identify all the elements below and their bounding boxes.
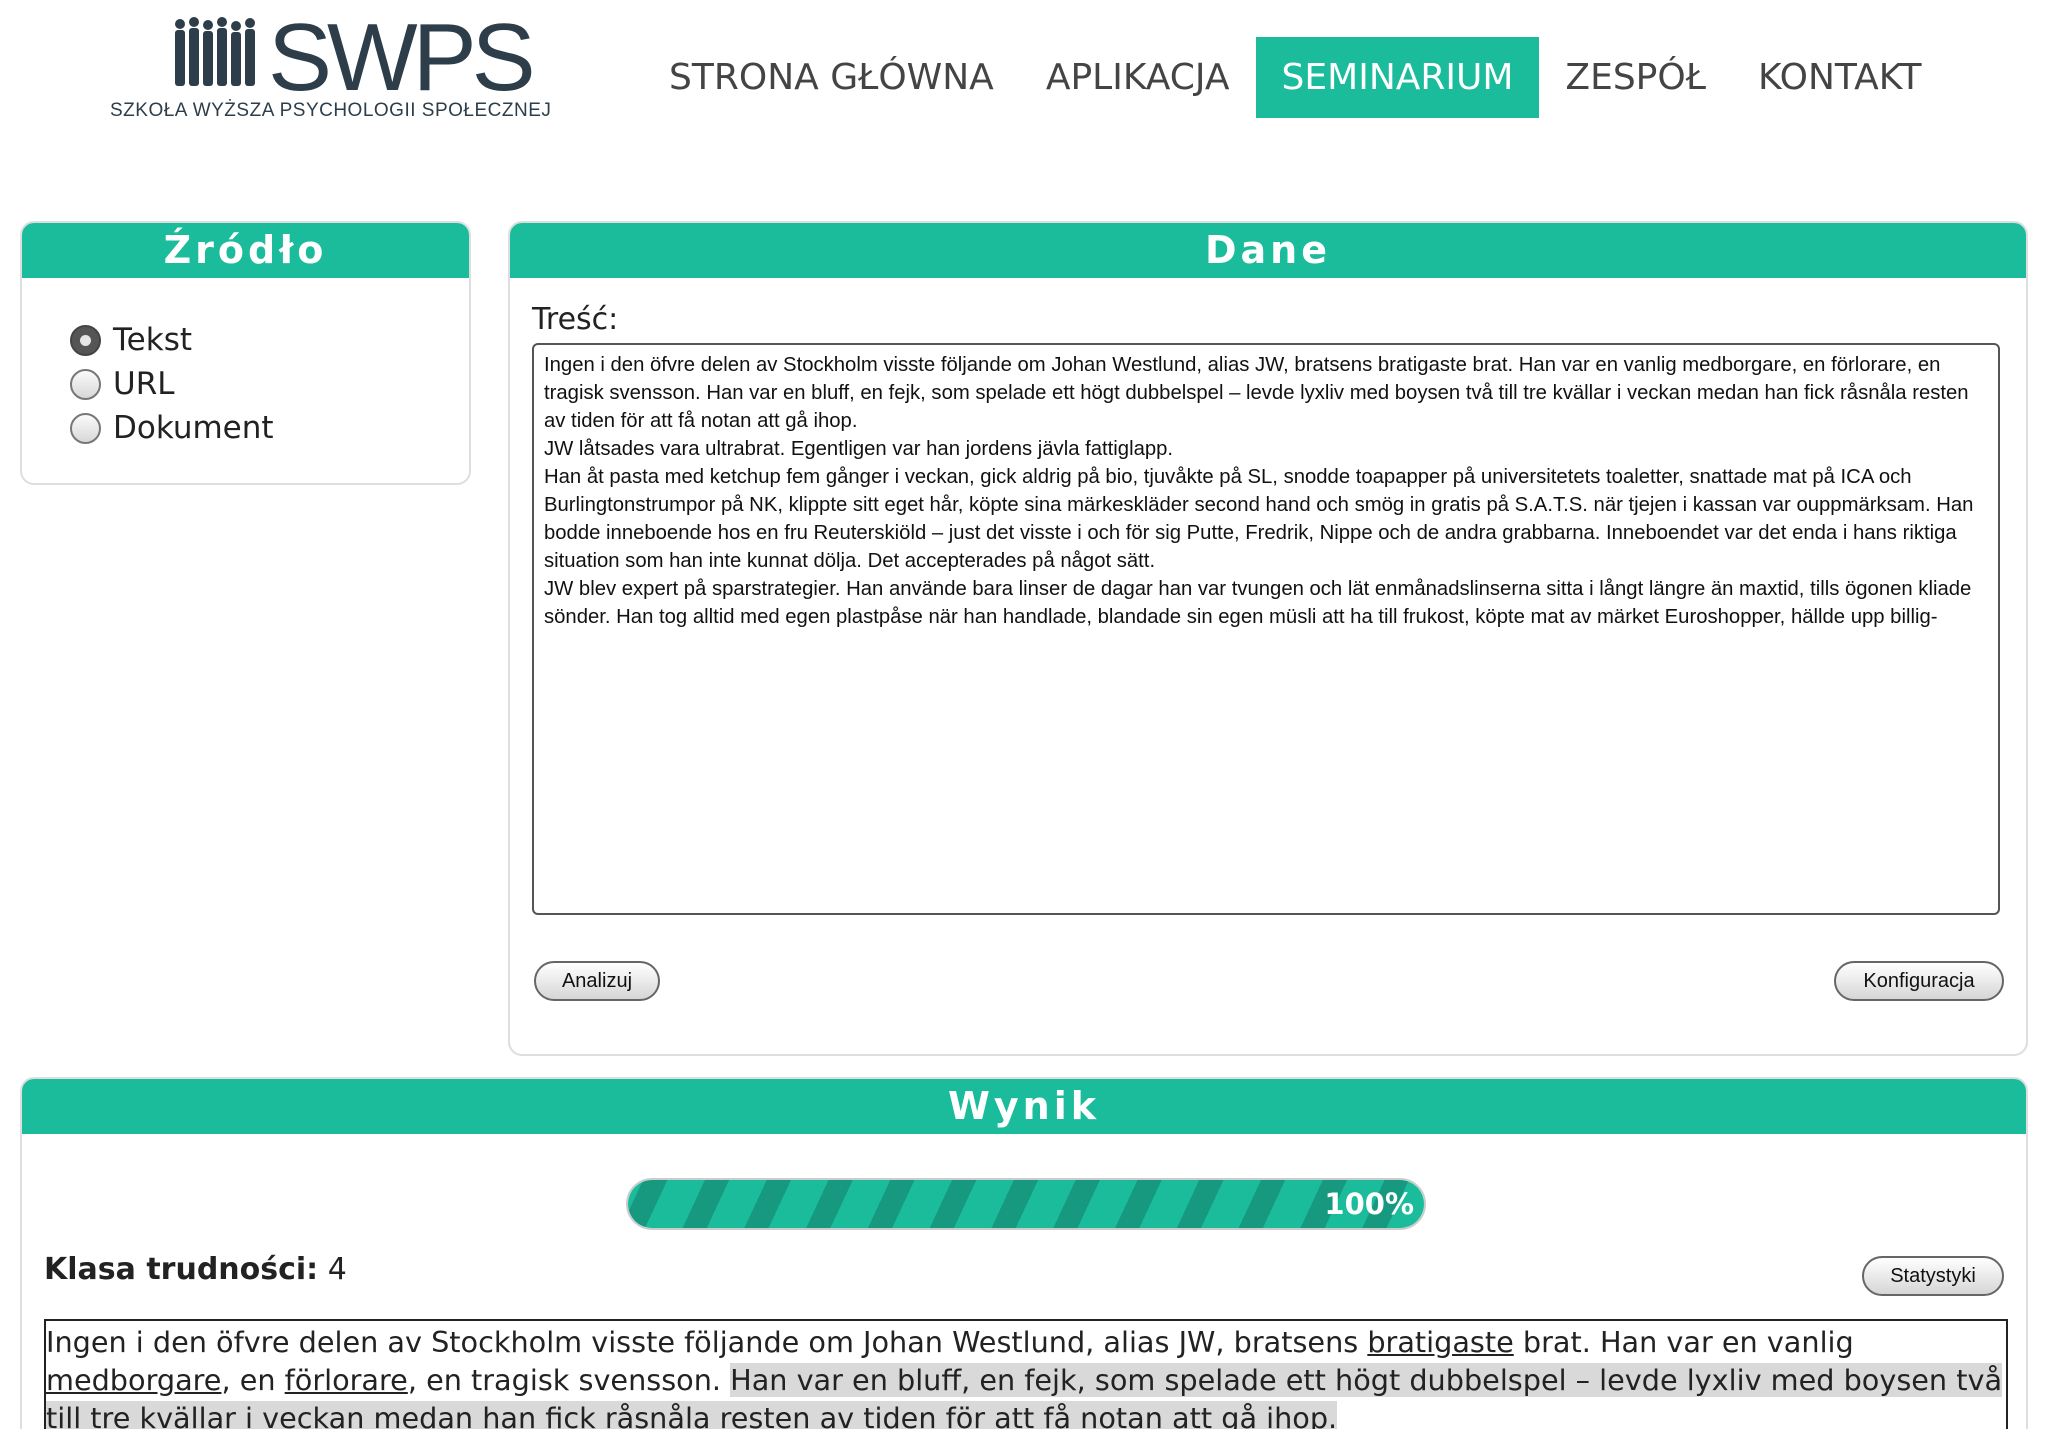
progress-bar: 100% [626,1178,1426,1230]
source-option-dokument[interactable]: Dokument [70,406,274,450]
nav-zespol[interactable]: ZESPÓŁ [1539,37,1732,118]
result-text-box: Ingen i den öfvre delen av Stockholm vis… [44,1319,2008,1429]
nav-seminarium[interactable]: SEMINARIUM [1255,37,1540,118]
result-text-segment: brat. Han var en vanlig [1513,1325,1854,1359]
nav-kontakt[interactable]: KONTAKT [1732,37,1948,118]
difficult-word: bratigaste [1367,1325,1514,1359]
logo-subtitle: SZKOŁA WYŻSZA PSYCHOLOGII SPOŁECZNEJ [110,100,552,121]
result-text-segment: , en tragisk svensson. [407,1363,731,1397]
content-label: Treść: [532,302,619,337]
page: SWPS SZKOŁA WYŻSZA PSYCHOLOGII SPOŁECZNE… [0,0,2047,1429]
radio-url[interactable] [70,368,101,400]
difficulty-class: Klasa trudności: 4 [44,1252,347,1287]
result-panel: Wynik 100% Klasa trudności: 4 Statystyki… [20,1077,2028,1429]
source-panel: Źródło Tekst URL Dokument [20,221,471,485]
source-option-label: Tekst [113,322,192,358]
progress-bar-fill [628,1180,1424,1228]
logo-wordmark: SWPS [268,4,536,111]
progress-text: 100% [1324,1187,1414,1221]
configuration-button[interactable]: Konfiguracja [1834,961,2004,1001]
source-panel-title: Źródło [22,223,469,278]
radio-dokument[interactable] [70,412,101,444]
source-option-label: Dokument [113,410,274,446]
analyze-button[interactable]: Analizuj [534,961,660,1001]
difficulty-class-label: Klasa trudności: [44,1252,319,1287]
swps-logo[interactable]: SWPS SZKOŁA WYŻSZA PSYCHOLOGII SPOŁECZNE… [110,10,551,124]
people-silhouettes-icon [175,17,255,86]
radio-tekst[interactable] [70,324,101,356]
source-option-url[interactable]: URL [70,362,274,406]
content-textarea[interactable]: Ingen i den öfvre delen av Stockholm vis… [532,343,2000,915]
data-panel-title: Dane [510,223,2026,278]
difficult-word: medborgare [46,1363,222,1397]
difficulty-class-value: 4 [327,1252,347,1287]
source-option-label: URL [113,366,175,402]
nav-strona-glowna[interactable]: STRONA GŁÓWNA [643,37,1020,118]
result-text-segment: Ingen i den öfvre delen av Stockholm vis… [46,1325,1368,1359]
main-nav: STRONA GŁÓWNA APLIKACJA SEMINARIUM ZESPÓ… [643,37,1948,118]
result-text-segment: , en [221,1363,285,1397]
difficult-word: förlorare [284,1363,408,1397]
nav-aplikacja[interactable]: APLIKACJA [1020,37,1256,118]
source-option-tekst[interactable]: Tekst [70,318,274,362]
data-panel: Dane Treść: Ingen i den öfvre delen av S… [508,221,2028,1056]
result-panel-title: Wynik [22,1079,2026,1134]
source-radio-group: Tekst URL Dokument [70,318,274,450]
statistics-button[interactable]: Statystyki [1862,1256,2004,1296]
